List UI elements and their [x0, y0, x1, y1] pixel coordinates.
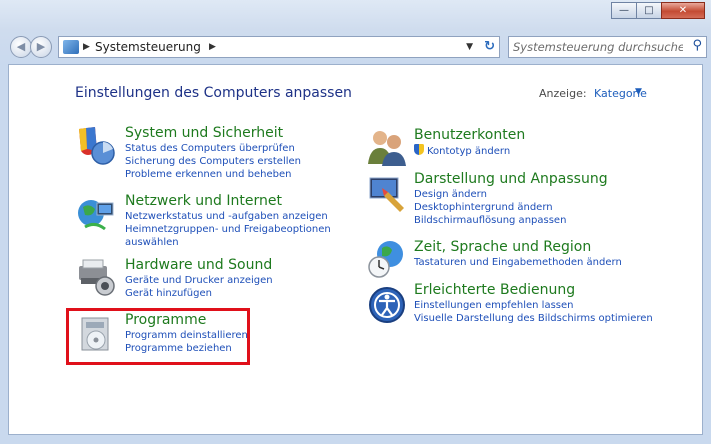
category-title-system-security[interactable]: System und Sicherheit — [125, 124, 301, 142]
refresh-icon[interactable]: ↻ — [484, 37, 495, 57]
link-change-account-type-label: Kontotyp ändern — [427, 146, 511, 157]
link-computer-status[interactable]: Status des Computers überprüfen — [125, 142, 301, 155]
clock-language-icon[interactable] — [366, 238, 408, 280]
category-title-clock-language-region[interactable]: Zeit, Sprache und Region — [414, 238, 622, 256]
link-optimize-visual-display[interactable]: Visuelle Darstellung des Bildschirms opt… — [414, 312, 653, 325]
category-system-security: System und Sicherheit Status des Compute… — [125, 124, 301, 181]
address-bar: ◀ ▶ ▶ Systemsteuerung ▶ ▼ ↻ ⚲ — [0, 30, 711, 64]
search-input[interactable] — [513, 39, 683, 55]
uac-shield-icon — [414, 144, 424, 155]
forward-icon[interactable]: ▶ — [30, 36, 52, 58]
search-box[interactable]: ⚲ — [508, 36, 707, 58]
category-hardware-sound: Hardware und Sound Geräte und Drucker an… — [125, 256, 273, 300]
link-adjust-resolution[interactable]: Bildschirmauflösung anpassen — [414, 214, 608, 227]
category-appearance: Darstellung und Anpassung Design ändern … — [414, 170, 608, 227]
link-troubleshoot[interactable]: Probleme erkennen und beheben — [125, 168, 301, 181]
title-bar: — □ ✕ — [0, 0, 711, 30]
breadcrumb-expand-icon[interactable]: ▶ — [209, 37, 216, 57]
maximize-button[interactable]: □ — [636, 2, 662, 19]
system-security-icon[interactable] — [75, 125, 117, 167]
link-add-device[interactable]: Gerät hinzufügen — [125, 287, 273, 300]
view-mode-dropdown-icon[interactable]: ▼ — [635, 87, 642, 97]
address-dropdown-icon[interactable]: ▼ — [466, 37, 473, 57]
link-devices-printers[interactable]: Geräte und Drucker anzeigen — [125, 274, 273, 287]
category-title-user-accounts[interactable]: Benutzerkonten — [414, 126, 525, 144]
link-change-desktop-background[interactable]: Desktophintergrund ändern — [414, 201, 608, 214]
category-title-hardware-sound[interactable]: Hardware und Sound — [125, 256, 273, 274]
appearance-icon[interactable] — [366, 172, 408, 214]
page-title: Einstellungen des Computers anpassen — [75, 85, 352, 101]
link-homegroup-sharing-cont[interactable]: auswählen — [125, 236, 331, 249]
category-user-accounts: Benutzerkonten Kontotyp ändern — [414, 126, 525, 158]
category-clock-language-region: Zeit, Sprache und Region Tastaturen und … — [414, 238, 622, 269]
link-change-account-type[interactable]: Kontotyp ändern — [414, 144, 525, 158]
link-homegroup-sharing[interactable]: Heimnetzgruppen- und Freigabeoptionen — [125, 223, 331, 236]
minimize-button[interactable]: — — [611, 2, 637, 19]
link-change-keyboards[interactable]: Tastaturen und Eingabemethoden ändern — [414, 256, 622, 269]
link-get-recommendations[interactable]: Einstellungen empfehlen lassen — [414, 299, 653, 312]
category-ease-of-access: Erleichterte Bedienung Einstellungen emp… — [414, 281, 653, 325]
breadcrumb-separator-icon[interactable]: ▶ — [83, 37, 90, 57]
control-panel-window: — □ ✕ ◀ ▶ ▶ Systemsteuerung ▶ ▼ ↻ ⚲ Eins… — [0, 0, 711, 444]
close-button[interactable]: ✕ — [661, 2, 705, 19]
category-network-internet: Netzwerk und Internet Netzwerkstatus und… — [125, 192, 331, 249]
category-title-network-internet[interactable]: Netzwerk und Internet — [125, 192, 331, 210]
search-icon[interactable]: ⚲ — [692, 38, 702, 53]
programs-highlight-box — [66, 308, 250, 365]
view-label: Anzeige: — [539, 87, 587, 100]
network-icon[interactable] — [75, 193, 117, 235]
address-field[interactable]: ▶ Systemsteuerung ▶ ▼ ↻ — [58, 36, 500, 58]
link-create-backup[interactable]: Sicherung des Computers erstellen — [125, 155, 301, 168]
breadcrumb-systemsteuerung[interactable]: Systemsteuerung — [95, 37, 201, 57]
category-title-ease-of-access[interactable]: Erleichterte Bedienung — [414, 281, 653, 299]
back-icon[interactable]: ◀ — [10, 36, 32, 58]
control-panel-icon — [63, 40, 79, 54]
hardware-sound-icon[interactable] — [75, 256, 117, 298]
user-accounts-icon[interactable] — [366, 126, 408, 168]
link-network-status[interactable]: Netzwerkstatus und -aufgaben anzeigen — [125, 210, 331, 223]
link-change-theme[interactable]: Design ändern — [414, 188, 608, 201]
category-title-appearance[interactable]: Darstellung und Anpassung — [414, 170, 608, 188]
ease-of-access-icon[interactable] — [366, 284, 408, 326]
caption-buttons: — □ ✕ — [611, 2, 705, 19]
